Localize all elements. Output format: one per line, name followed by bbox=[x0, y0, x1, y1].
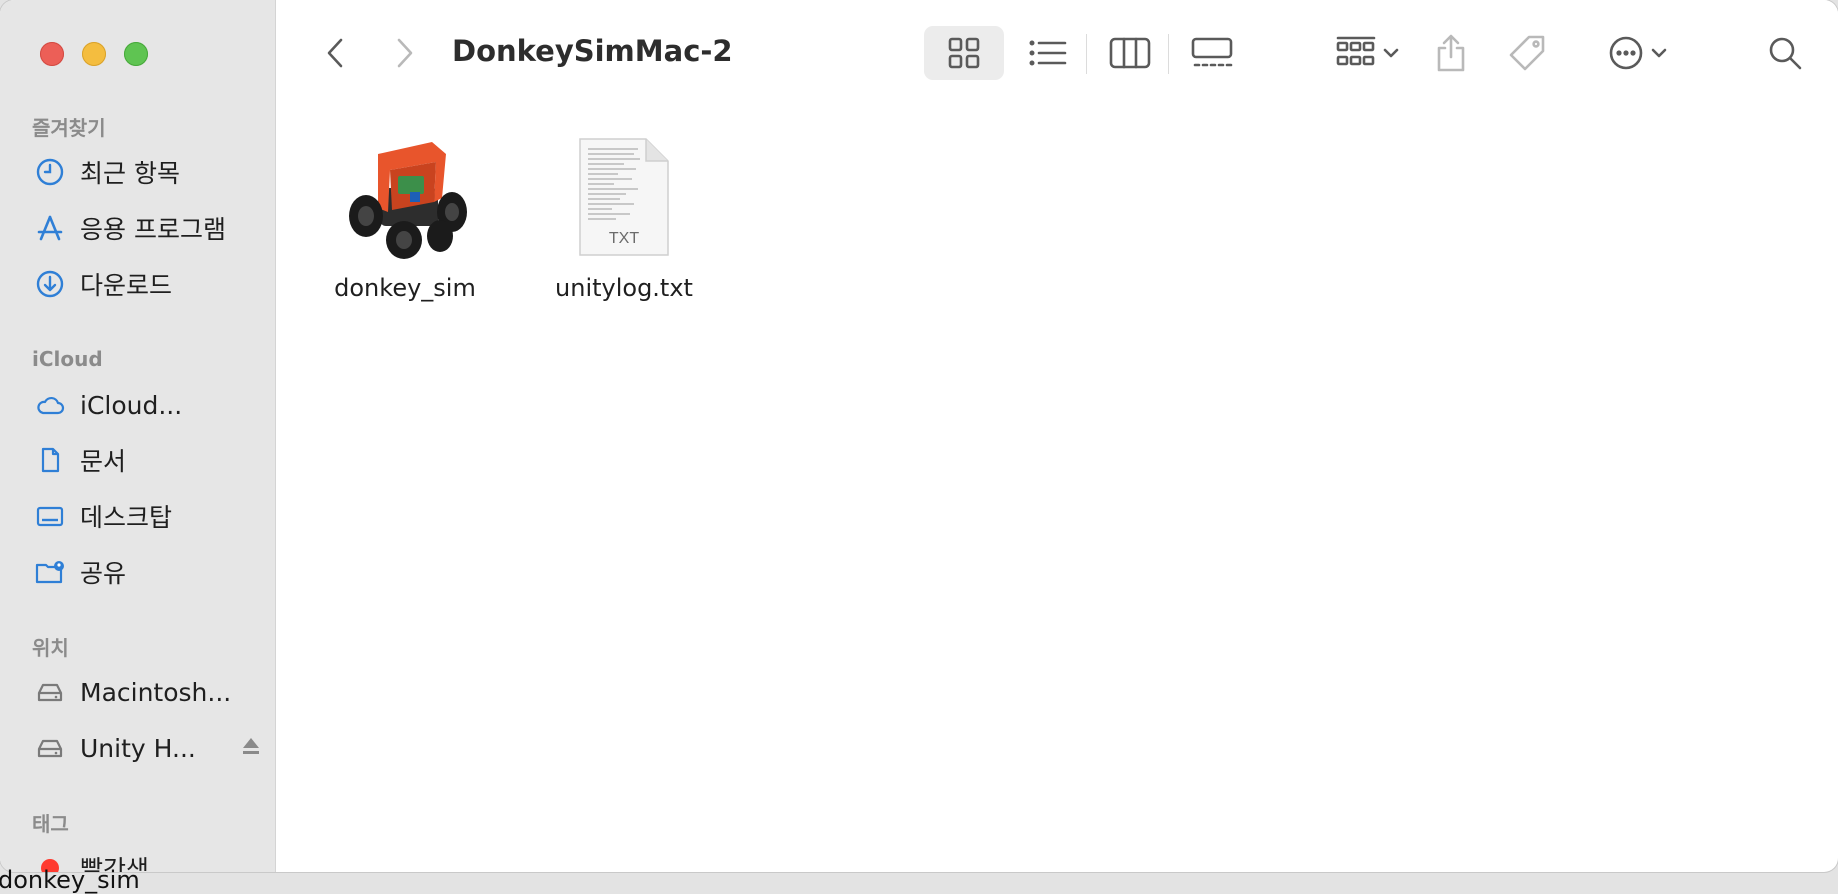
sidebar-section-locations: 위치 bbox=[32, 636, 69, 660]
share-button[interactable] bbox=[1426, 26, 1476, 80]
cloud-icon bbox=[34, 389, 66, 421]
gallery-view-button[interactable] bbox=[1172, 26, 1252, 80]
search-icon bbox=[1769, 37, 1802, 70]
sidebar-item-desktop[interactable]: 데스크탑 bbox=[34, 496, 172, 536]
list-icon bbox=[1029, 40, 1067, 66]
window-controls bbox=[40, 42, 148, 66]
more-actions-button[interactable] bbox=[1598, 26, 1678, 80]
chevron-left-icon bbox=[327, 38, 343, 68]
desktop-icon bbox=[34, 500, 66, 532]
window-title: DonkeySimMac-2 bbox=[452, 34, 733, 68]
sidebar-section-tags: 태그 bbox=[32, 812, 69, 836]
sidebar-item-label: Macintosh... bbox=[80, 677, 232, 707]
drive-icon bbox=[34, 676, 66, 708]
sidebar-item-downloads[interactable]: 다운로드 bbox=[34, 264, 172, 304]
icon-view-button[interactable] bbox=[924, 26, 1004, 80]
download-icon bbox=[34, 268, 66, 300]
sidebar-item-applications[interactable]: 응용 프로그램 bbox=[34, 208, 226, 248]
file-item[interactable]: TXT unitylog.txt bbox=[524, 132, 724, 302]
sidebar-section-favorites: 즐겨찾기 bbox=[32, 116, 106, 140]
back-button[interactable] bbox=[312, 26, 358, 80]
dragged-file-label: donkey_sim bbox=[0, 866, 140, 894]
gallery-icon bbox=[1191, 37, 1233, 67]
ellipsis-circle-icon bbox=[1609, 36, 1643, 70]
chevron-down-icon bbox=[1383, 48, 1399, 58]
clock-icon bbox=[34, 156, 66, 188]
sidebar-item-label: 다운로드 bbox=[80, 271, 173, 300]
applications-icon bbox=[34, 212, 66, 244]
group-icon bbox=[1336, 36, 1376, 66]
drive-icon bbox=[34, 732, 66, 764]
sidebar-item-label: 데스크탑 bbox=[80, 503, 173, 532]
sidebar-item-label: Unity H... bbox=[80, 733, 196, 763]
minimize-button[interactable] bbox=[82, 42, 106, 66]
sidebar-item-label: 공유 bbox=[80, 559, 127, 588]
file-item[interactable]: donkey_sim bbox=[305, 132, 505, 302]
tag-icon bbox=[1509, 35, 1545, 71]
sidebar-item-label: 응용 프로그램 bbox=[80, 215, 226, 244]
finder-window: 즐겨찾기 최근 항목 응용 프로그램 다운로드 iCloud iCloud... bbox=[0, 0, 1838, 872]
sidebar-item-unity-hub[interactable]: Unity H... bbox=[34, 728, 262, 768]
file-name: donkey_sim bbox=[334, 274, 476, 302]
text-file-icon: TXT bbox=[559, 132, 689, 262]
document-icon bbox=[34, 444, 66, 476]
sidebar-item-label: 최근 항목 bbox=[80, 159, 180, 188]
sidebar-item-label: iCloud... bbox=[80, 390, 183, 420]
sidebar-item-documents[interactable]: 문서 bbox=[34, 440, 126, 480]
forward-button[interactable] bbox=[382, 26, 428, 80]
share-icon bbox=[1437, 34, 1465, 72]
close-button[interactable] bbox=[40, 42, 64, 66]
column-view-button[interactable] bbox=[1090, 26, 1170, 80]
group-by-button[interactable] bbox=[1328, 26, 1408, 80]
robot-car-app-icon bbox=[340, 132, 470, 262]
sidebar-item-macintosh-hd[interactable]: Macintosh... bbox=[34, 672, 231, 712]
columns-icon bbox=[1109, 37, 1151, 69]
eject-icon[interactable] bbox=[240, 734, 262, 763]
chevron-right-icon bbox=[397, 38, 413, 68]
maximize-button[interactable] bbox=[124, 42, 148, 66]
sidebar-item-shared[interactable]: 공유 bbox=[34, 552, 126, 592]
shared-folder-icon bbox=[34, 556, 66, 588]
sidebar-item-label: 문서 bbox=[80, 447, 127, 476]
list-view-button[interactable] bbox=[1008, 26, 1088, 80]
sidebar: 즐겨찾기 최근 항목 응용 프로그램 다운로드 iCloud iCloud... bbox=[0, 0, 276, 872]
file-name: unitylog.txt bbox=[555, 274, 693, 302]
grid-icon bbox=[948, 37, 980, 69]
file-area[interactable]: donkey_sim TXT unitylog.txt bbox=[276, 106, 1838, 872]
chevron-down-icon bbox=[1651, 48, 1667, 58]
sidebar-item-icloud-drive[interactable]: iCloud... bbox=[34, 385, 182, 425]
tag-button[interactable] bbox=[1502, 26, 1552, 80]
file-type-badge: TXT bbox=[609, 230, 639, 247]
sidebar-item-recents[interactable]: 최근 항목 bbox=[34, 152, 180, 192]
search-button[interactable] bbox=[1760, 26, 1810, 80]
toolbar: DonkeySimMac-2 bbox=[276, 0, 1838, 106]
sidebar-section-icloud: iCloud bbox=[32, 347, 103, 371]
